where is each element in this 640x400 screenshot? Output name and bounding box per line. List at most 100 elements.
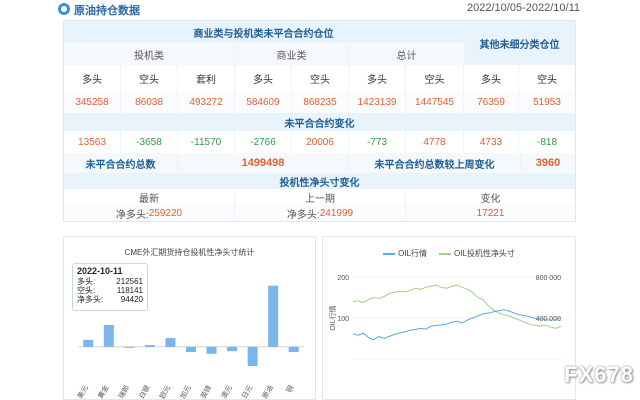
net-prev-value: 241999: [319, 207, 354, 219]
tooltip-row: 多头: 212561: [77, 277, 143, 286]
col-header: 多头: [349, 65, 406, 91]
bar-category-label: 日元: [240, 384, 254, 399]
header: 原油持仓数据 2022/10/05-2022/10/11: [0, 0, 640, 20]
bar-category-label: 美元: [75, 384, 90, 400]
change-cell: 4733: [464, 131, 519, 153]
bar: [165, 338, 176, 347]
bar-category-label: 澳元: [219, 384, 234, 400]
net-latest: 净多头: 259220: [64, 205, 235, 221]
change-cell: 4778: [406, 131, 464, 153]
line-chart-svg: 200100800 000400 000OIL行情: [328, 275, 562, 360]
col-header: 空头: [121, 65, 178, 91]
oil-line-chart[interactable]: OIL行情 OIL投机性净头寸 200 100 800 000 400 000 OIL行…: [322, 236, 576, 400]
bar-category-label: 黄金: [96, 384, 111, 400]
watermark-logo: FX678: [564, 362, 634, 387]
tooltip-row: 空头: 118141: [77, 286, 143, 295]
col-header: 多头: [235, 65, 292, 91]
tooltip-value: 212561: [116, 277, 143, 286]
col-header: 空头: [537, 74, 557, 86]
bar-category-label: 瑞郎: [116, 384, 131, 400]
total-change-label: 未平合合约总数较上周变化: [349, 153, 521, 173]
tooltip-row: 净多头: 94420: [77, 295, 143, 304]
bar-chart-svg: 美元 黄金 瑞郎 白银 欧元 加元 英镑 澳元 日元 原油铜: [75, 285, 304, 400]
change-header: 未平合合约变化: [64, 113, 575, 131]
bar: [83, 339, 94, 347]
totals-row: 未平合合约总数 1499498 未平合合约总数较上周变化 3960: [64, 153, 575, 173]
change-cell: 13563: [64, 131, 121, 153]
bar-category-label: 欧元: [157, 384, 172, 400]
net-latest-value: 259220: [148, 207, 183, 219]
bar-category-label: 加元: [178, 384, 193, 400]
oil-data-icon: [58, 3, 70, 15]
net-col-change: 变化: [480, 193, 501, 205]
total-change-value: 3960: [535, 157, 561, 169]
chart-tooltip: 2022-10-11 多头: 212561 空头: 118141 净多头: 94420: [72, 263, 148, 311]
bar: [268, 285, 279, 347]
value-cell: 1423139: [349, 91, 406, 113]
change-cell: 20006: [292, 131, 349, 153]
bar: [206, 346, 217, 354]
tooltip-label: 净多头:: [77, 295, 104, 304]
positions-table: 商业类与投机类未平合合约仓位 其他未细分类仓位 投机类 商业类 总计 多头 空头…: [63, 20, 576, 222]
group-header: 商业类与投机类未平合合约仓位: [64, 21, 464, 43]
col-header: 空头: [406, 65, 464, 91]
tooltip-value: 118141: [116, 286, 143, 295]
tooltip-label: 空头:: [77, 286, 96, 295]
value-cell: 76359: [464, 91, 519, 113]
bar-category-label: 原油: [260, 384, 275, 400]
bar: [124, 346, 135, 348]
net-col-previous: 上一期: [235, 189, 406, 205]
value-cell: 345258: [64, 91, 121, 113]
date-range: 2022/10/05-2022/10/11: [467, 2, 580, 14]
net-prev-label: 净多头:: [286, 209, 320, 221]
net-position-line: [352, 284, 562, 329]
bar: [227, 346, 238, 352]
net-previous: 净多头: 241999: [235, 205, 406, 221]
table-row-values: 345258 86038 493272 584609 868235 142313…: [64, 91, 575, 113]
left-tick-label: 100: [337, 316, 349, 323]
change-cell: -11570: [178, 131, 235, 153]
sub-header-speculative: 投机类: [64, 43, 235, 65]
bar-category-label: 英镑: [198, 384, 213, 400]
right-tick-label: 800 000: [536, 275, 561, 282]
tooltip-label: 多头:: [77, 277, 96, 286]
change-cell: -773: [349, 131, 406, 153]
col-header: 多头: [64, 65, 121, 91]
left-axis-label: OIL行情: [328, 305, 337, 330]
total-value: 1499498: [178, 153, 349, 173]
bar: [247, 346, 258, 367]
change-cell: -3658: [121, 131, 178, 153]
change-cell: -818: [536, 136, 557, 148]
col-header: 空头: [292, 65, 349, 91]
net-values-row: 净多头: 259220 净多头: 241999 17221: [64, 205, 575, 221]
left-tick-label: 200: [337, 275, 349, 282]
sub-header-commercial: 商业类: [235, 43, 349, 65]
net-latest-label: 净多头:: [115, 209, 149, 221]
value-cell: 584609: [235, 91, 292, 113]
net-header: 投机性净头寸变化: [64, 173, 575, 189]
page-title: 原油持仓数据: [74, 5, 140, 17]
total-label: 未平合合约总数: [64, 153, 178, 173]
oil-price-line: [352, 309, 562, 341]
bar: [288, 346, 299, 353]
tooltip-value: 94420: [120, 295, 143, 304]
change-cell: -2766: [235, 131, 292, 153]
col-header: 套利: [178, 65, 235, 91]
bar-category-label: 铜: [284, 384, 295, 395]
col-header: 多头: [464, 65, 519, 91]
bar: [144, 345, 155, 347]
bar: [103, 325, 114, 347]
value-cell: 51953: [533, 96, 561, 108]
bar: [186, 346, 196, 353]
net-change-value: 17221: [476, 207, 505, 219]
tooltip-date: 2022-10-11: [77, 266, 123, 276]
net-position-bar-chart[interactable]: CME外汇期货持仓投机性净头寸统计 美元 黄金 瑞郎 白银 欧元 加元 英镑 澳元 日元 原油铜 …: [63, 236, 316, 400]
column-headers: 多头 空头 套利 多头 空头 多头 空头 多头 空头: [64, 65, 575, 91]
value-cell: 493272: [178, 91, 235, 113]
other-header: 其他未细分类仓位: [464, 21, 575, 65]
bar-category-label: 白银: [137, 384, 152, 400]
table-row-changes: 13563 -3658 -11570 -2766 20006 -773 4778…: [64, 131, 575, 153]
value-cell: 86038: [121, 91, 178, 113]
sub-header-total: 总计: [349, 43, 464, 65]
net-col-latest: 最新: [64, 189, 235, 205]
